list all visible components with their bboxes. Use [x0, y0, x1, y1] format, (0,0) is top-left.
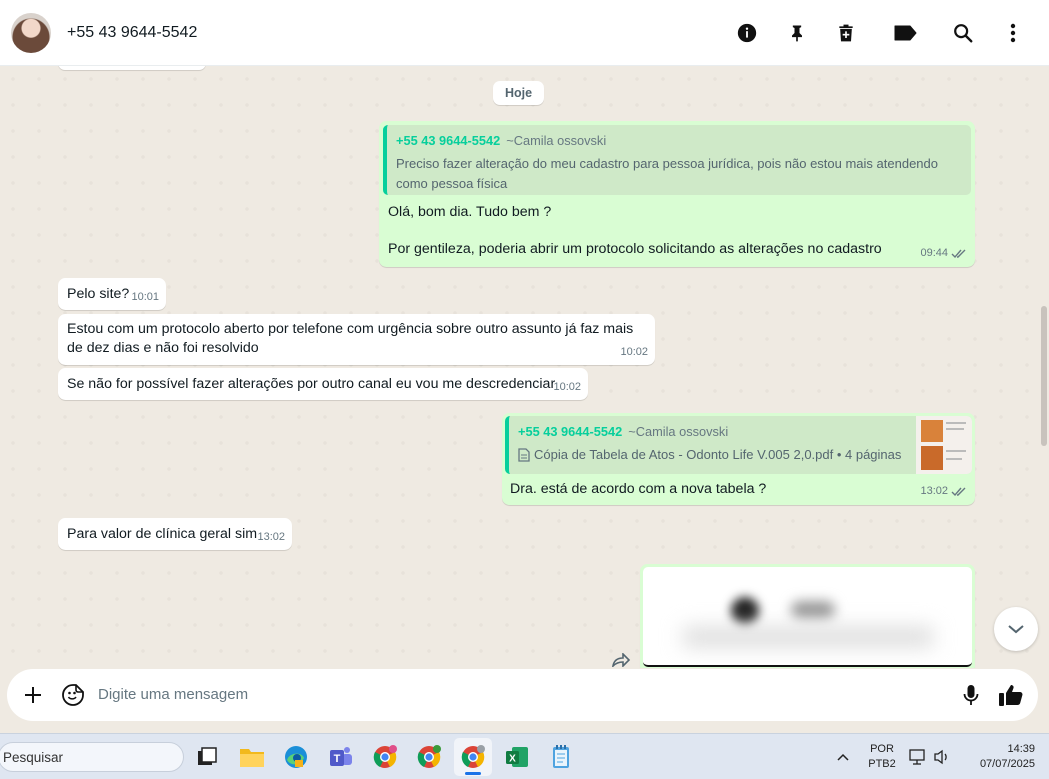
message-text: Estou com um protocolo aberto por telefo…	[67, 321, 634, 356]
keyboard-layout: PTB2	[868, 758, 896, 770]
file-explorer-icon[interactable]	[236, 741, 268, 773]
clock-date: 07/07/2025	[979, 758, 1035, 770]
clock[interactable]: 14:39 07/07/2025	[965, 742, 1035, 772]
search-icon[interactable]	[950, 20, 976, 46]
quote-sender: +55 43 9644-5542	[518, 424, 623, 439]
incoming-message[interactable]: Estou com um protocolo aberto por telefo…	[58, 314, 655, 365]
message-time: 10:02	[553, 381, 581, 393]
taskbar-search[interactable]: Pesquisar	[0, 742, 184, 772]
svg-text:T: T	[334, 753, 341, 765]
document-icon	[518, 448, 530, 462]
clock-time: 14:39	[1007, 743, 1035, 755]
contact-avatar[interactable]	[11, 13, 51, 53]
message-text: Pelo site?	[67, 286, 130, 302]
attach-plus-icon[interactable]	[21, 683, 45, 707]
chrome-profile-icon-2[interactable]	[413, 741, 445, 773]
quoted-message[interactable]: +55 43 9644-5542 ~Camila ossovski Preciso…	[383, 125, 971, 195]
info-icon[interactable]	[734, 20, 760, 46]
outgoing-message[interactable]: +55 43 9644-5542 ~Camila ossovski Preciso…	[379, 121, 975, 267]
message-time: 10:02	[620, 346, 648, 358]
excel-icon[interactable]: X	[501, 741, 533, 773]
double-check-icon	[951, 487, 966, 496]
pin-icon[interactable]	[784, 20, 810, 46]
label-icon[interactable]	[892, 20, 918, 46]
message-input[interactable]	[98, 682, 918, 706]
quote-alias: ~Camila ossovski	[628, 424, 729, 439]
os-taskbar: Pesquisar T X POR PTB2 14:39 07/07/2025	[0, 733, 1049, 779]
document-thumbnail	[916, 416, 972, 474]
volume-icon[interactable]	[930, 741, 954, 773]
message-text: Se não for possível fazer alterações por…	[67, 376, 556, 392]
message-list[interactable]: Hoje +55 43 9644-5542 ~Camila ossovski Pr…	[0, 66, 1049, 668]
incoming-message[interactable]: Se não for possível fazer alterações por…	[58, 368, 588, 400]
more-icon[interactable]	[1000, 20, 1026, 46]
message-text: Olá, bom dia. Tudo bem ?	[388, 204, 552, 220]
notepad-icon[interactable]	[545, 741, 577, 773]
outgoing-image-message[interactable]	[640, 564, 975, 668]
contact-name[interactable]: +55 43 9644-5542	[67, 24, 197, 42]
chevron-down-icon	[1008, 625, 1024, 634]
outgoing-message[interactable]: +55 43 9644-5542 ~Camila ossovski Cópia d…	[502, 413, 975, 505]
chrome-active-icon[interactable]	[457, 741, 489, 773]
trash-icon[interactable]	[833, 20, 859, 46]
message-time: 13:02	[920, 482, 967, 501]
message-composer	[0, 668, 1049, 730]
message-text: Para valor de clínica geral sim	[67, 526, 258, 542]
double-check-icon	[951, 249, 966, 258]
sticker-icon[interactable]	[61, 683, 85, 707]
incoming-message[interactable]: Pelo site? 10:01	[58, 278, 166, 310]
message-text: Dra. está de acordo com a nova tabela ?	[510, 481, 767, 497]
day-chip: Hoje	[493, 81, 545, 105]
lang-code: POR	[870, 743, 894, 755]
input-language[interactable]: POR PTB2	[866, 742, 898, 772]
message-text: Por gentileza, poderia abrir um protocol…	[388, 241, 882, 257]
message-time: 10:01	[131, 291, 159, 303]
time-label: 09:44	[920, 247, 948, 259]
quote-alias: ~Camila ossovski	[506, 133, 607, 148]
quote-document-row: Cópia de Tabela de Atos - Odonto Life V.…	[518, 445, 902, 465]
svg-text:X: X	[509, 754, 516, 765]
task-view-icon[interactable]	[191, 741, 223, 773]
chat-scrollbar[interactable]	[1041, 306, 1047, 446]
time-label: 13:02	[920, 485, 948, 497]
quote-text: Preciso fazer alteração do meu cadastro …	[396, 156, 938, 191]
scroll-down-button[interactable]	[994, 607, 1038, 651]
taskbar-search-label: Pesquisar	[3, 750, 64, 765]
quote-sender: +55 43 9644-5542	[396, 133, 501, 148]
blurred-image[interactable]	[643, 567, 972, 667]
thumbs-up-icon[interactable]	[997, 681, 1025, 709]
forward-icon[interactable]	[609, 650, 633, 668]
tray-chevron-up-icon[interactable]	[830, 741, 856, 773]
document-name: Cópia de Tabela de Atos - Odonto Life V.…	[534, 447, 902, 462]
network-icon[interactable]	[906, 741, 930, 773]
previous-message-stub	[58, 66, 206, 70]
message-time: 13:02	[257, 531, 285, 543]
microphone-icon[interactable]	[959, 683, 983, 707]
chrome-profile-icon[interactable]	[369, 741, 401, 773]
edge-browser-icon[interactable]	[280, 741, 312, 773]
incoming-message[interactable]: Para valor de clínica geral sim 13:02	[58, 518, 292, 550]
quoted-document[interactable]: +55 43 9644-5542 ~Camila ossovski Cópia d…	[505, 416, 972, 474]
message-time: 09:44	[920, 244, 967, 263]
teams-icon[interactable]: T	[325, 741, 357, 773]
chat-header: +55 43 9644-5542	[0, 0, 1049, 66]
